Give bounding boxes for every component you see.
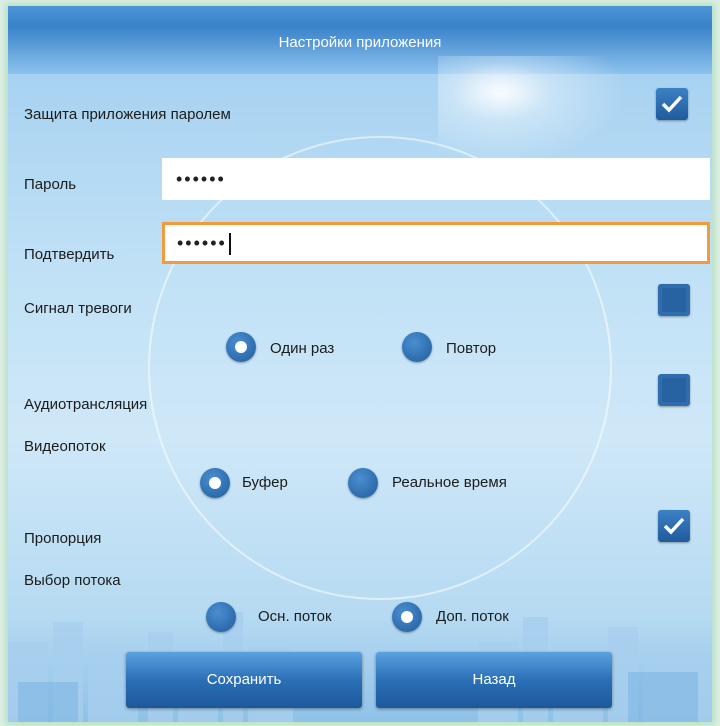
text-caret <box>228 233 231 256</box>
decorative-arc <box>148 136 612 600</box>
checkmark-icon <box>661 95 683 113</box>
video-realtime-label: Реальное время <box>392 474 507 491</box>
confirm-label: Подтвердить <box>24 246 115 263</box>
password-protection-label: Защита приложения паролем <box>24 106 231 123</box>
alarm-checkbox[interactable] <box>658 284 690 316</box>
password-label: Пароль <box>24 176 77 193</box>
stream-sub-radio[interactable] <box>392 602 422 632</box>
audio-label: Аудиотрансляция <box>24 396 148 413</box>
audio-checkbox[interactable] <box>658 374 690 406</box>
alarm-repeat-label: Повтор <box>446 340 497 357</box>
checkmark-icon <box>663 517 685 535</box>
alarm-label: Сигнал тревоги <box>24 300 132 317</box>
password-protection-checkbox[interactable] <box>656 88 688 120</box>
back-button[interactable]: Назад <box>376 652 612 708</box>
alarm-repeat-radio[interactable] <box>402 332 432 362</box>
proportion-label: Пропорция <box>24 530 102 547</box>
stream-label: Выбор потока <box>24 572 121 589</box>
alarm-once-radio[interactable] <box>226 332 256 362</box>
settings-screen: Настройки приложения Защита приложения п… <box>8 6 712 722</box>
password-field[interactable]: •••••• <box>162 158 710 200</box>
page-title: Настройки приложения <box>278 34 442 51</box>
video-realtime-radio[interactable] <box>348 468 378 498</box>
stream-main-radio[interactable] <box>206 602 236 632</box>
video-buffer-label: Буфер <box>242 474 288 491</box>
confirm-password-value: •••••• <box>177 233 227 253</box>
video-label: Видеопоток <box>24 438 106 455</box>
video-buffer-radio[interactable] <box>200 468 230 498</box>
confirm-password-field[interactable]: •••••• <box>162 222 710 264</box>
alarm-once-label: Один раз <box>270 340 335 357</box>
stream-sub-label: Доп. поток <box>436 608 509 625</box>
proportion-checkbox[interactable] <box>658 510 690 542</box>
save-button[interactable]: Сохранить <box>126 652 362 708</box>
stream-main-label: Осн. поток <box>258 608 332 625</box>
